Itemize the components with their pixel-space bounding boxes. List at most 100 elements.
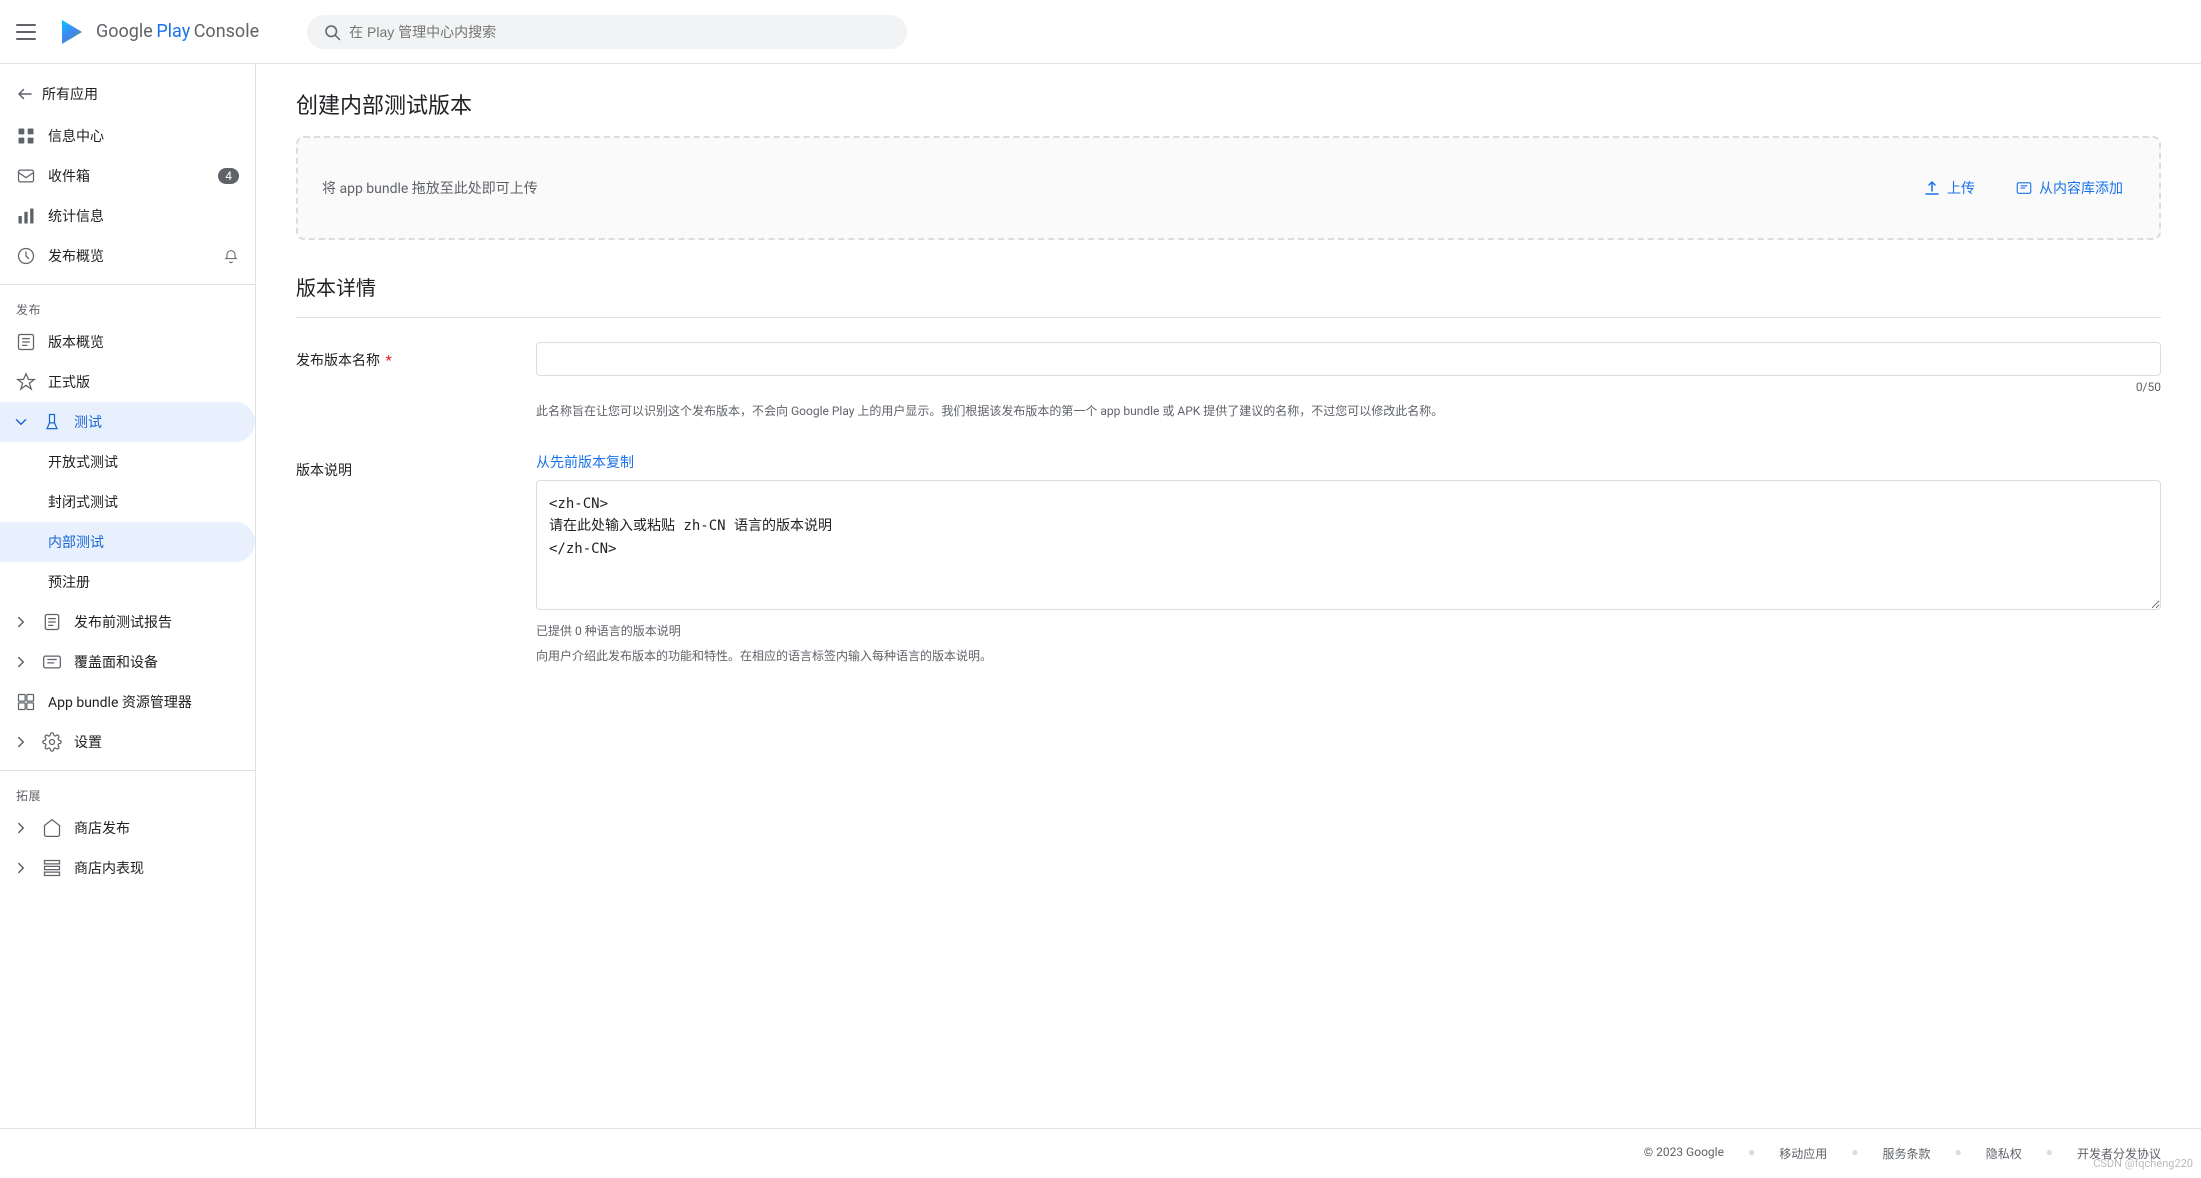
sidebar-item-label: 设置	[74, 732, 102, 752]
sidebar-divider	[0, 284, 255, 285]
release-name-char-count: 0/50	[536, 380, 2161, 394]
sidebar-item-test[interactable]: 测试	[0, 402, 255, 442]
section-title: 版本详情	[296, 272, 2161, 318]
sidebar-item-version-overview[interactable]: 版本概览	[0, 322, 255, 362]
bell-icon	[223, 248, 239, 264]
sidebar-sub-item-label: 预注册	[48, 575, 90, 591]
sidebar-sub-item-pre-register[interactable]: 预注册	[0, 562, 255, 602]
sidebar-item-coverage[interactable]: 覆盖面和设备	[0, 642, 255, 682]
chevron-right-icon	[12, 613, 30, 631]
app-bundle-icon	[16, 692, 36, 712]
library-icon	[2015, 179, 2033, 197]
upload-button-label: 上传	[1947, 178, 1975, 198]
settings-icon	[42, 732, 62, 752]
sidebar-item-settings[interactable]: 设置	[0, 722, 255, 762]
footer: © 2023 Google ● 移动应用 ● 服务条款 ● 隐私权 ● 开发者分…	[0, 1128, 2201, 1178]
menu-icon[interactable]	[16, 20, 40, 44]
release-notes-hint: 向用户介绍此发布版本的功能和特性。在相应的语言标签内输入每种语言的版本说明。	[536, 647, 2161, 664]
upload-button[interactable]: 上传	[1911, 170, 1987, 206]
sidebar-item-label: 收件箱	[48, 166, 90, 186]
chevron-right-icon	[12, 859, 30, 877]
watermark: CSDN @fqcheng220	[2093, 1157, 2193, 1170]
sidebar-item-publish-overview[interactable]: 发布概览	[0, 236, 255, 276]
sidebar-item-label: 发布概览	[48, 246, 104, 266]
report-icon	[42, 612, 62, 632]
publish-icon	[16, 246, 36, 266]
upload-from-library-button[interactable]: 从内容库添加	[2003, 170, 2135, 206]
main-content: 创建内部测试版本 将 app bundle 拖放至此处即可上传 上传 从内容库添…	[256, 64, 2201, 1128]
release-name-input[interactable]	[536, 342, 2161, 376]
sidebar-item-inbox[interactable]: 收件箱 4	[0, 156, 255, 196]
sidebar-item-label: 发布前测试报告	[74, 612, 172, 632]
release-name-label: 发布版本名称 *	[296, 353, 392, 369]
logo-area: Google Play Console	[56, 16, 259, 48]
release-notes-control-col: 从先前版本复制 <zh-CN> 请在此处输入或粘贴 zh-CN 语言的版本说明 …	[536, 452, 2161, 664]
search-input[interactable]	[349, 24, 891, 40]
sidebar-item-info-center[interactable]: 信息中心	[0, 116, 255, 156]
test-icon	[42, 412, 62, 432]
sidebar-item-label: App bundle 资源管理器	[48, 692, 192, 712]
release-notes-label-col: 版本说明	[296, 452, 496, 480]
sidebar-sub-item-label: 封闭式测试	[48, 495, 118, 511]
sidebar-item-stats[interactable]: 统计信息	[0, 196, 255, 236]
inbox-icon	[16, 166, 36, 186]
upload-from-library-label: 从内容库添加	[2039, 178, 2123, 198]
sidebar-section-expand: 拓展	[0, 779, 255, 808]
sidebar-back-button[interactable]: 所有应用	[0, 72, 255, 116]
release-name-control-col: 0/50 此名称旨在让您可以识别这个发布版本，不会向 Google Play 上…	[536, 342, 2161, 420]
copy-from-previous-link[interactable]: 从先前版本复制	[536, 452, 634, 472]
footer-link-privacy[interactable]: 隐私权	[1986, 1145, 2022, 1162]
search-bar	[307, 15, 907, 49]
sidebar-item-label: 测试	[74, 412, 102, 432]
chevron-right-icon	[12, 653, 30, 671]
sidebar-item-app-bundle[interactable]: App bundle 资源管理器	[0, 682, 255, 722]
logo-text: Google Play Console	[96, 21, 259, 42]
sidebar-item-label: 信息中心	[48, 126, 104, 146]
page-title: 创建内部测试版本	[296, 88, 2161, 120]
version-icon	[16, 332, 36, 352]
footer-link-mobile-app[interactable]: 移动应用	[1779, 1145, 1827, 1162]
coverage-icon	[42, 652, 62, 672]
release-name-hint: 此名称旨在让您可以识别这个发布版本，不会向 Google Play 上的用户显示…	[536, 402, 2161, 420]
sidebar-back-label: 所有应用	[42, 84, 98, 104]
release-name-row: 发布版本名称 * 0/50 此名称旨在让您可以识别这个发布版本，不会向 Goog…	[296, 342, 2161, 420]
chevron-down-icon	[12, 413, 30, 431]
sidebar-item-label: 统计信息	[48, 206, 104, 226]
upload-icon	[1923, 179, 1941, 197]
release-notes-row: 版本说明 从先前版本复制 <zh-CN> 请在此处输入或粘贴 zh-CN 语言的…	[296, 452, 2161, 664]
sidebar-item-label: 版本概览	[48, 332, 104, 352]
chevron-right-icon	[12, 819, 30, 837]
top-header: Google Play Console	[0, 0, 2201, 64]
sidebar-sub-item-label: 开放式测试	[48, 455, 118, 471]
sidebar-divider-2	[0, 770, 255, 771]
sidebar-item-in-store[interactable]: 商店内表现	[0, 848, 255, 888]
sidebar-item-label: 商店发布	[74, 818, 130, 838]
sidebar-item-store-publish[interactable]: 商店发布	[0, 808, 255, 848]
release-name-label-col: 发布版本名称 *	[296, 342, 496, 370]
sidebar-sub-item-label: 内部测试	[48, 535, 104, 551]
sidebar-sub-item-internal-test[interactable]: 内部测试	[0, 522, 255, 562]
dashboard-icon	[16, 126, 36, 146]
release-notes-label: 版本说明	[296, 463, 352, 479]
sidebar-item-pre-launch-report[interactable]: 发布前测试报告	[0, 602, 255, 642]
main-layout: 所有应用 信息中心 收件箱 4 统计信息	[0, 64, 2201, 1128]
store-icon	[42, 818, 62, 838]
release-icon	[16, 372, 36, 392]
search-icon	[323, 23, 341, 41]
sidebar-item-label: 覆盖面和设备	[74, 652, 158, 672]
play-logo-icon	[56, 16, 88, 48]
release-notes-lang-hint: 已提供 0 种语言的版本说明	[536, 622, 2161, 639]
release-notes-textarea[interactable]: <zh-CN> 请在此处输入或粘贴 zh-CN 语言的版本说明 </zh-CN>	[536, 480, 2161, 610]
footer-copyright: © 2023 Google	[1644, 1145, 1724, 1162]
sidebar-section-publish: 发布	[0, 293, 255, 322]
footer-link-terms[interactable]: 服务条款	[1882, 1145, 1930, 1162]
chevron-right-icon	[12, 733, 30, 751]
bar-chart-icon	[16, 206, 36, 226]
sidebar-item-release[interactable]: 正式版	[0, 362, 255, 402]
upload-area: 将 app bundle 拖放至此处即可上传 上传 从内容库添加	[296, 136, 2161, 240]
sidebar-sub-item-closed-test[interactable]: 封闭式测试	[0, 482, 255, 522]
sidebar-item-label: 商店内表现	[74, 858, 144, 878]
sidebar-item-label: 正式版	[48, 372, 90, 392]
upload-hint: 将 app bundle 拖放至此处即可上传	[322, 178, 538, 198]
sidebar-sub-item-open-test[interactable]: 开放式测试	[0, 442, 255, 482]
